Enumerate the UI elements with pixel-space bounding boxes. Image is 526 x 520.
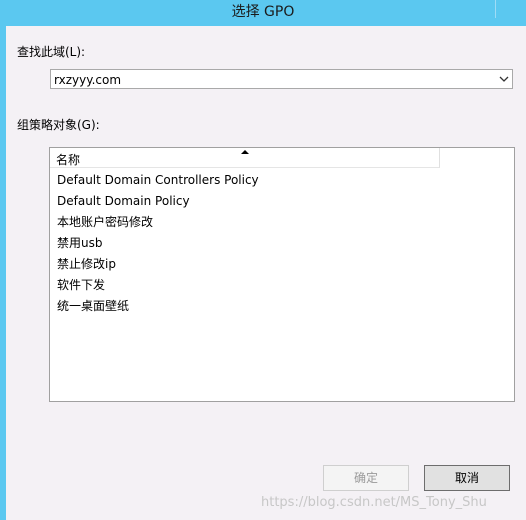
list-item[interactable]: 本地账户密码修改 [57, 212, 153, 232]
column-header-name[interactable]: 名称 [50, 148, 440, 168]
gpo-list-label: 组策略对象(G): [17, 118, 100, 132]
cancel-button[interactable]: 取消 [424, 465, 510, 491]
list-item[interactable]: 统一桌面壁纸 [57, 296, 129, 316]
title-bar: 选择 GPO [0, 0, 526, 26]
list-item[interactable]: Default Domain Controllers Policy [57, 170, 259, 190]
domain-dropdown-value: rxzyyy.com [54, 73, 122, 87]
gpo-list[interactable]: 名称 Default Domain Controllers Policy Def… [49, 147, 515, 402]
list-item[interactable]: Default Domain Policy [57, 191, 190, 211]
list-item[interactable]: 禁止修改ip [57, 254, 116, 274]
ok-button[interactable]: 确定 [323, 465, 409, 491]
window-title: 选择 GPO [231, 4, 295, 20]
domain-dropdown[interactable]: rxzyyy.com [50, 69, 513, 89]
dialog-client-area: 查找此域(L): rxzyyy.com 组策略对象(G): 名称 Default… [6, 26, 526, 520]
look-in-label: 查找此域(L): [17, 45, 86, 59]
close-button[interactable] [495, 0, 526, 18]
watermark: https://blog.csdn.net/MS_Tony_Shu [261, 495, 487, 510]
list-item[interactable]: 禁用usb [57, 233, 102, 253]
list-item[interactable]: 软件下发 [57, 275, 105, 295]
column-header-label: 名称 [56, 153, 81, 167]
sort-ascending-icon [241, 150, 249, 154]
chevron-down-icon [499, 76, 509, 82]
